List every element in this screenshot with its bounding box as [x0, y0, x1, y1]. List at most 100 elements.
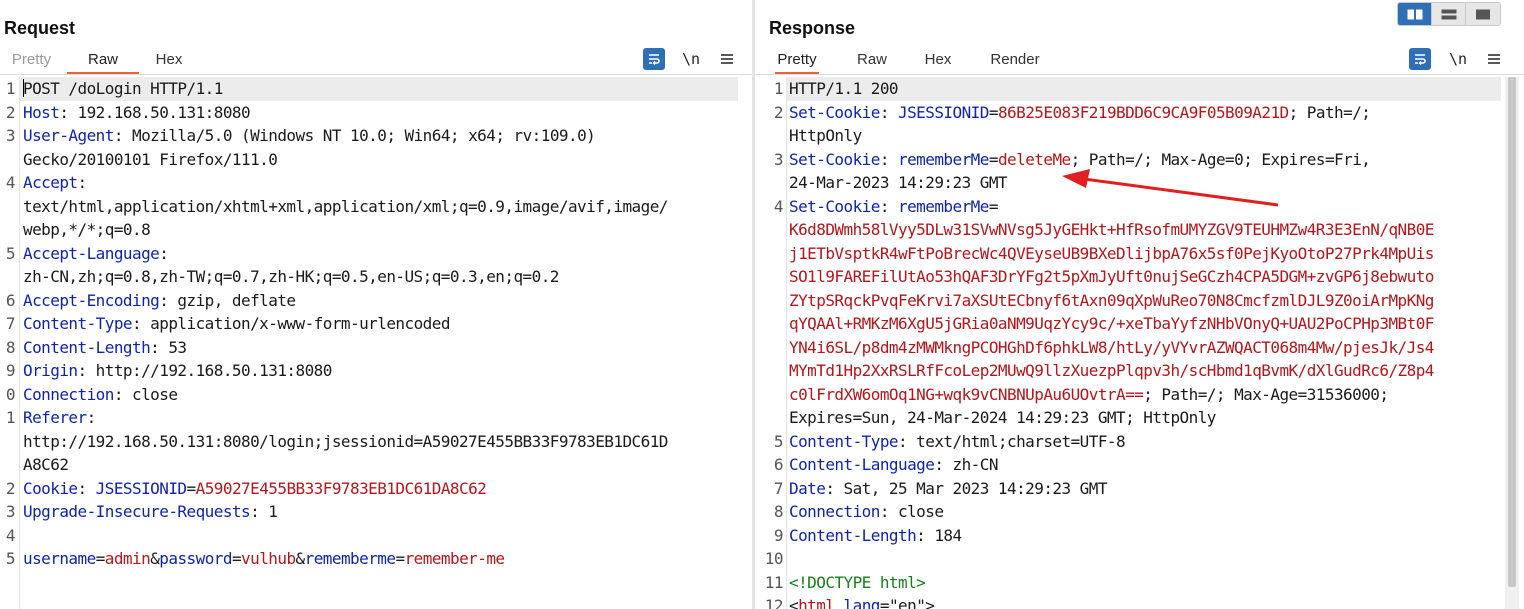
code-line: Set-Cookie: rememberMe=deleteMe; Path=/;…: [789, 148, 1371, 172]
code-line: SO1l9FAREFilUtAo53hQAF3DrYFg2t5pXmJyUft0…: [789, 265, 1434, 289]
header-value: K6d8DWmh58lVyy5DLw31SVwNVsg5JyGEHkt+HfRs…: [789, 220, 1434, 239]
side-by-side-layout-icon[interactable]: [1398, 3, 1432, 25]
response-tab-pretty[interactable]: Pretty: [775, 48, 819, 74]
line-number: 4: [773, 196, 784, 216]
code-text: : application/x-www-form-urlencoded: [132, 314, 450, 333]
code-text: =: [395, 549, 405, 568]
line-number: [755, 171, 783, 195]
line-number: 2: [773, 102, 784, 122]
header-value: c0lFrdXW6omOq1NG+wqk9vCNBNUpAu6UOvtrA==: [789, 384, 1144, 404]
line-number: [755, 312, 783, 336]
stacked-layout-icon[interactable]: [1432, 3, 1466, 25]
header-value: YN4i6SL/p8dm4zMWMkngPCOHGhDf6phkLW8/htLy…: [789, 337, 1434, 357]
line-number: 5: [5, 243, 16, 263]
header-value: SO1l9FAREFilUtAo53hQAF3DrYFg2t5pXmJyUft0…: [789, 267, 1434, 286]
code-line: Cookie: JSESSIONID=A59027E455BB33F9783EB…: [23, 477, 487, 501]
response-editor[interactable]: 1 HTTP/1.1 200 2 Set-Cookie: JSESSIONID=86B…: [755, 77, 1507, 609]
layout-toggle: [1397, 2, 1501, 26]
code-line: Expires=Sun, 24-Mar-2024 14:29:23 GMT; H…: [789, 406, 1216, 430]
code-text: <: [789, 596, 799, 609]
code-text: HttpOnly: [789, 126, 862, 145]
code-text: =: [231, 549, 242, 568]
header-name: User-Agent: [23, 126, 114, 145]
response-wrap-lines-icon[interactable]: [1409, 48, 1431, 70]
line-number: 1: [5, 408, 16, 427]
code-line: HTTP/1.1 200: [789, 77, 899, 101]
code-line: zh-CN,zh;q=0.8,zh-TW;q=0.7,zh-HK;q=0.5,e…: [23, 265, 559, 289]
response-tab-raw[interactable]: Raw: [847, 48, 897, 74]
line-number: 11: [764, 572, 784, 592]
code-line: MYmTd1Hp2XxRSLRfFcoLep2MUwQ9llzXuezpPlqp…: [789, 359, 1434, 383]
header-value: vulhub: [241, 549, 296, 568]
line-number: 3: [5, 502, 16, 521]
header-name: Accept-Encoding: [23, 290, 160, 310]
line-number: [0, 218, 15, 242]
header-name: JSESSIONID: [898, 102, 989, 122]
code-text: :: [879, 196, 899, 216]
line-number: 1: [5, 79, 16, 98]
header-name: Origin: [23, 361, 78, 380]
code-text: : http://192.168.50.131:8080: [77, 361, 333, 380]
line-number: 5: [773, 431, 784, 451]
code-line: ZYtpSRqckPvqFeKrvi7aXSUtECbnyf6tAxn09qXp…: [789, 289, 1434, 313]
code-line: Host: 192.168.50.131:8080: [23, 101, 251, 125]
code-line: <html lang="en">: [789, 594, 935, 609]
code-text: =: [988, 102, 999, 122]
code-line: Set-Cookie: JSESSIONID=86B25E083F219BDD6…: [789, 101, 1371, 125]
request-newline-toggle[interactable]: \n: [680, 48, 702, 70]
code-text: =: [95, 549, 106, 568]
code-text: : Sat, 25 Mar 2023 14:29:23 GMT: [825, 478, 1107, 498]
code-text: A8C62: [23, 455, 69, 474]
code-text: :: [159, 243, 169, 263]
header-name: rememberMe: [898, 196, 989, 216]
code-text: text/html,application/xhtml+xml,applicat…: [23, 196, 668, 216]
code-text: :: [77, 173, 88, 192]
line-number: 7: [773, 478, 784, 498]
line-number: [0, 195, 15, 219]
single-pane-layout-icon[interactable]: [1466, 3, 1500, 25]
code-text: 24-Mar-2023 14:29:23 GMT: [789, 173, 1008, 192]
header-name: rememberme: [304, 549, 396, 568]
header-name: Date: [789, 478, 826, 498]
line-number: 4: [5, 173, 16, 192]
code-text: : 184: [916, 525, 962, 545]
code-line: http://192.168.50.131:8080/login;jsessio…: [23, 430, 668, 454]
header-value: html: [798, 596, 835, 609]
code-text: http://192.168.50.131:8080/login;jsessio…: [23, 431, 668, 451]
code-line: POST /doLogin HTTP/1.1: [23, 77, 223, 101]
code-line: Upgrade-Insecure-Requests: 1: [23, 500, 278, 524]
response-scrollbar[interactable]: [1505, 77, 1519, 609]
response-tab-render[interactable]: Render: [985, 48, 1045, 74]
response-scrollbar-thumb[interactable]: [1508, 77, 1516, 587]
header-value: deleteMe: [997, 149, 1071, 169]
line-number: [755, 289, 783, 313]
line-number: [755, 242, 783, 266]
code-line: Accept-Encoding: gzip, deflate: [23, 289, 296, 313]
code-text: =: [988, 149, 999, 169]
response-menu-icon[interactable]: [1483, 48, 1505, 70]
header-name: Content-Type: [23, 314, 133, 333]
request-wrap-lines-icon[interactable]: [643, 48, 665, 70]
header-name: Connection: [789, 502, 880, 521]
code-line: Content-Length: 184: [789, 524, 962, 548]
code-line: Content-Length: 53: [23, 336, 187, 360]
code-line: Date: Sat, 25 Mar 2023 14:29:23 GMT: [789, 477, 1107, 501]
code-text: ; Path=/;: [1288, 102, 1371, 122]
response-newline-toggle[interactable]: \n: [1447, 48, 1469, 70]
response-tabs: Pretty Raw Hex Render: [775, 48, 1045, 74]
header-name: Connection: [23, 384, 114, 404]
response-tab-hex[interactable]: Hex: [913, 48, 963, 74]
request-editor[interactable]: 1 POST /doLogin HTTP/1.1 2 Host: 192.168.50…: [0, 77, 752, 609]
request-tab-divider: [0, 74, 752, 75]
request-tab-raw[interactable]: Raw: [67, 48, 139, 74]
code-text: Gecko/20100101 Firefox/111.0: [23, 149, 278, 169]
request-menu-icon[interactable]: [716, 48, 738, 70]
line-number: 5: [5, 549, 16, 568]
code-line: User-Agent: Mozilla/5.0 (Windows NT 10.0…: [23, 124, 596, 148]
request-tab-pretty[interactable]: Pretty: [0, 48, 63, 74]
code-text: &: [295, 549, 306, 568]
request-tab-hex[interactable]: Hex: [143, 48, 195, 74]
code-line: Connection: close: [23, 383, 178, 407]
code-line: Content-Type: application/x-www-form-url…: [23, 312, 450, 336]
request-title: Request: [4, 18, 76, 38]
